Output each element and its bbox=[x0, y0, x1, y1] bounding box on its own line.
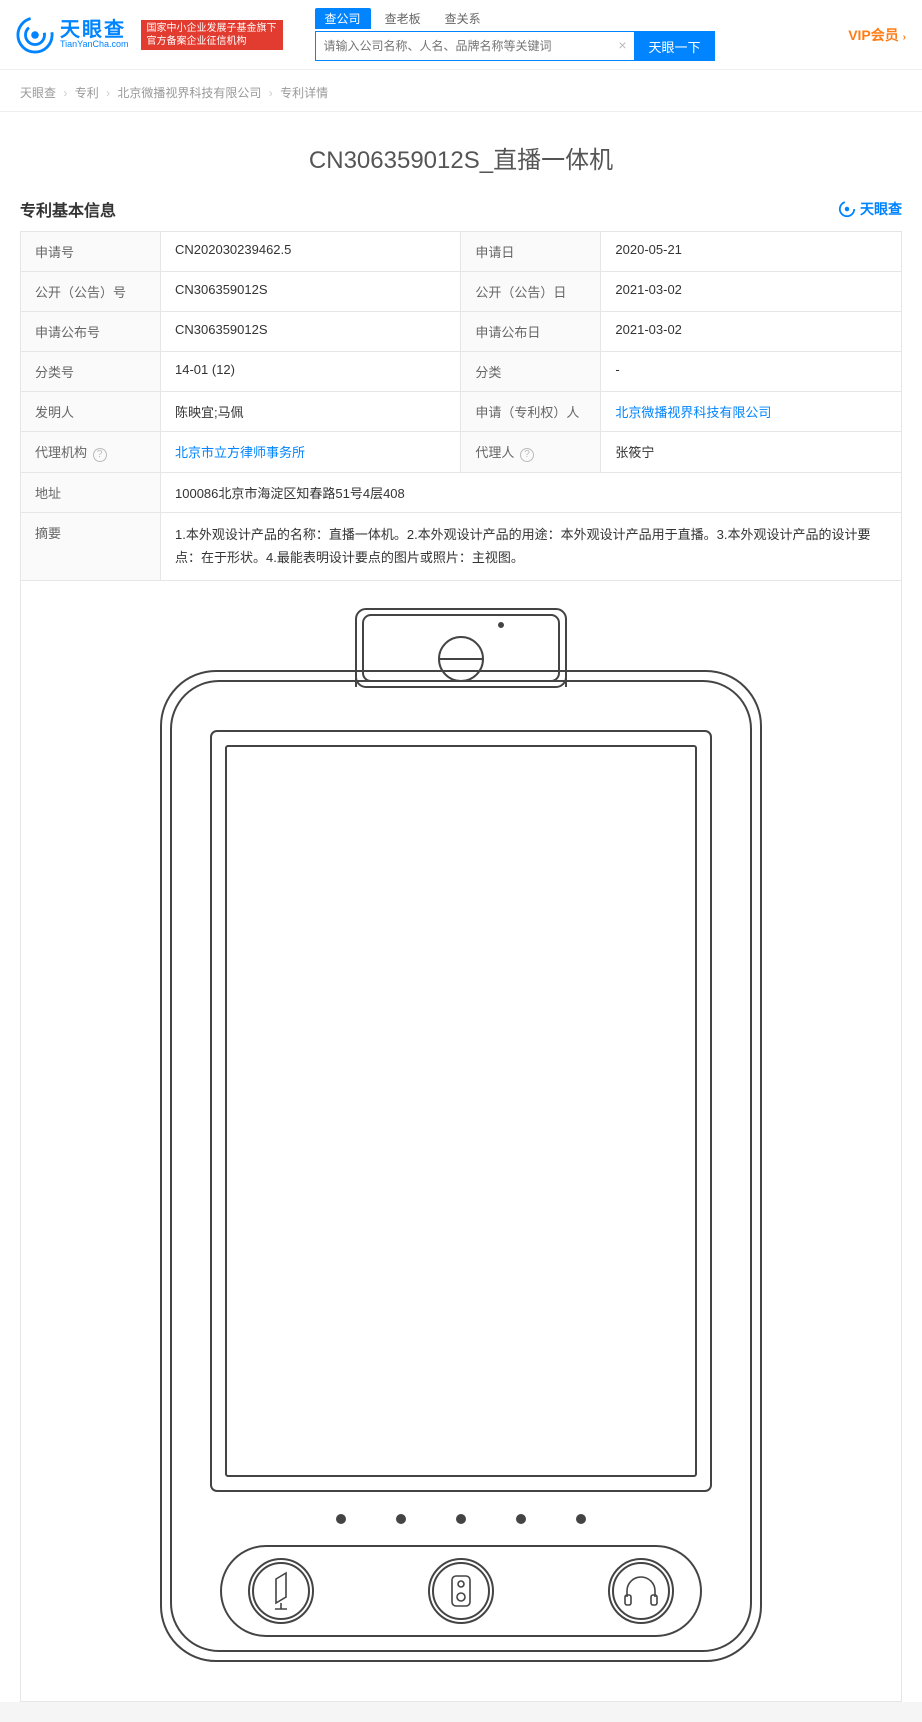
info-table: 申请号CN202030239462.5申请日2020-05-21公开（公告）号C… bbox=[20, 231, 902, 581]
search-tab-boss[interactable]: 查老板 bbox=[375, 8, 431, 29]
chevron-right-icon: › bbox=[903, 32, 906, 43]
logo-swirl-icon bbox=[16, 16, 54, 54]
section-header: 专利基本信息 天眼查 bbox=[0, 197, 922, 231]
field-value: 100086北京市海淀区知春路51号4层408 bbox=[161, 473, 902, 513]
search-tab-relation[interactable]: 查关系 bbox=[435, 8, 491, 29]
field-value[interactable]: 北京微播视界科技有限公司 bbox=[601, 392, 902, 432]
crumb-current: 专利详情 bbox=[280, 86, 328, 100]
table-row: 摘要1.本外观设计产品的名称：直播一体机。2.本外观设计产品的用途：本外观设计产… bbox=[21, 513, 902, 581]
search-button[interactable]: 天眼一下 bbox=[635, 31, 715, 61]
field-value: 14-01 (12) bbox=[161, 352, 461, 392]
page-title: CN306359012S_直播一体机 bbox=[0, 112, 922, 197]
field-value: 2021-03-02 bbox=[601, 272, 902, 312]
official-badge: 国家中小企业发展子基金旗下 官方备案企业征信机构 bbox=[141, 20, 283, 50]
table-row: 申请号CN202030239462.5申请日2020-05-21 bbox=[21, 232, 902, 272]
help-icon[interactable]: ? bbox=[93, 448, 107, 462]
table-row: 公开（公告）号CN306359012S公开（公告）日2021-03-02 bbox=[21, 272, 902, 312]
patent-drawing-panel bbox=[20, 581, 902, 1702]
field-label: 申请（专利权）人 bbox=[461, 392, 601, 432]
field-label: 申请公布号 bbox=[21, 312, 161, 352]
search-group: 查公司 查老板 查关系 × 天眼一下 bbox=[315, 8, 715, 61]
field-label: 公开（公告）日 bbox=[461, 272, 601, 312]
table-row: 代理机构 ?北京市立方律师事务所代理人 ?张筱宁 bbox=[21, 432, 902, 473]
crumb-home[interactable]: 天眼查 bbox=[20, 86, 56, 100]
field-label: 申请号 bbox=[21, 232, 161, 272]
field-value: 2020-05-21 bbox=[601, 232, 902, 272]
field-value: 2021-03-02 bbox=[601, 312, 902, 352]
clear-icon[interactable]: × bbox=[618, 37, 626, 53]
field-value: CN306359012S bbox=[161, 312, 461, 352]
field-value: CN202030239462.5 bbox=[161, 232, 461, 272]
vip-link[interactable]: VIP会员 › bbox=[848, 25, 906, 45]
top-header: 天眼查 TianYanCha.com 国家中小企业发展子基金旗下 官方备案企业征… bbox=[0, 0, 922, 70]
site-logo[interactable]: 天眼查 TianYanCha.com bbox=[16, 16, 129, 54]
table-row: 地址100086北京市海淀区知春路51号4层408 bbox=[21, 473, 902, 513]
search-input[interactable] bbox=[315, 31, 635, 61]
table-row: 申请公布号CN306359012S申请公布日2021-03-02 bbox=[21, 312, 902, 352]
field-label: 分类 bbox=[461, 352, 601, 392]
table-row: 发明人陈映宜;马佩申请（专利权）人北京微播视界科技有限公司 bbox=[21, 392, 902, 432]
help-icon[interactable]: ? bbox=[520, 448, 534, 462]
field-label: 公开（公告）号 bbox=[21, 272, 161, 312]
field-label: 发明人 bbox=[21, 392, 161, 432]
field-label: 申请公布日 bbox=[461, 312, 601, 352]
breadcrumb: 天眼查 › 专利 › 北京微播视界科技有限公司 › 专利详情 bbox=[0, 70, 922, 112]
search-tab-company[interactable]: 查公司 bbox=[315, 8, 371, 29]
field-label: 代理人 ? bbox=[461, 432, 601, 473]
patent-drawing bbox=[81, 601, 841, 1681]
field-label: 地址 bbox=[21, 473, 161, 513]
field-value: 陈映宜;马佩 bbox=[161, 392, 461, 432]
field-label: 摘要 bbox=[21, 513, 161, 581]
field-value: 1.本外观设计产品的名称：直播一体机。2.本外观设计产品的用途：本外观设计产品用… bbox=[161, 513, 902, 581]
crumb-company[interactable]: 北京微播视界科技有限公司 bbox=[117, 86, 261, 100]
table-row: 分类号14-01 (12)分类- bbox=[21, 352, 902, 392]
field-label: 分类号 bbox=[21, 352, 161, 392]
field-label: 代理机构 ? bbox=[21, 432, 161, 473]
field-value: 张筱宁 bbox=[601, 432, 902, 473]
section-title: 专利基本信息 bbox=[20, 197, 116, 221]
field-value: - bbox=[601, 352, 902, 392]
logo-text-en: TianYanCha.com bbox=[60, 40, 129, 49]
crumb-patent[interactable]: 专利 bbox=[75, 86, 99, 100]
field-value: CN306359012S bbox=[161, 272, 461, 312]
field-value[interactable]: 北京市立方律师事务所 bbox=[161, 432, 461, 473]
field-label: 申请日 bbox=[461, 232, 601, 272]
logo-swirl-small-icon bbox=[838, 200, 856, 218]
watermark: 天眼查 bbox=[838, 199, 902, 219]
logo-text-cn: 天眼查 bbox=[60, 20, 129, 40]
